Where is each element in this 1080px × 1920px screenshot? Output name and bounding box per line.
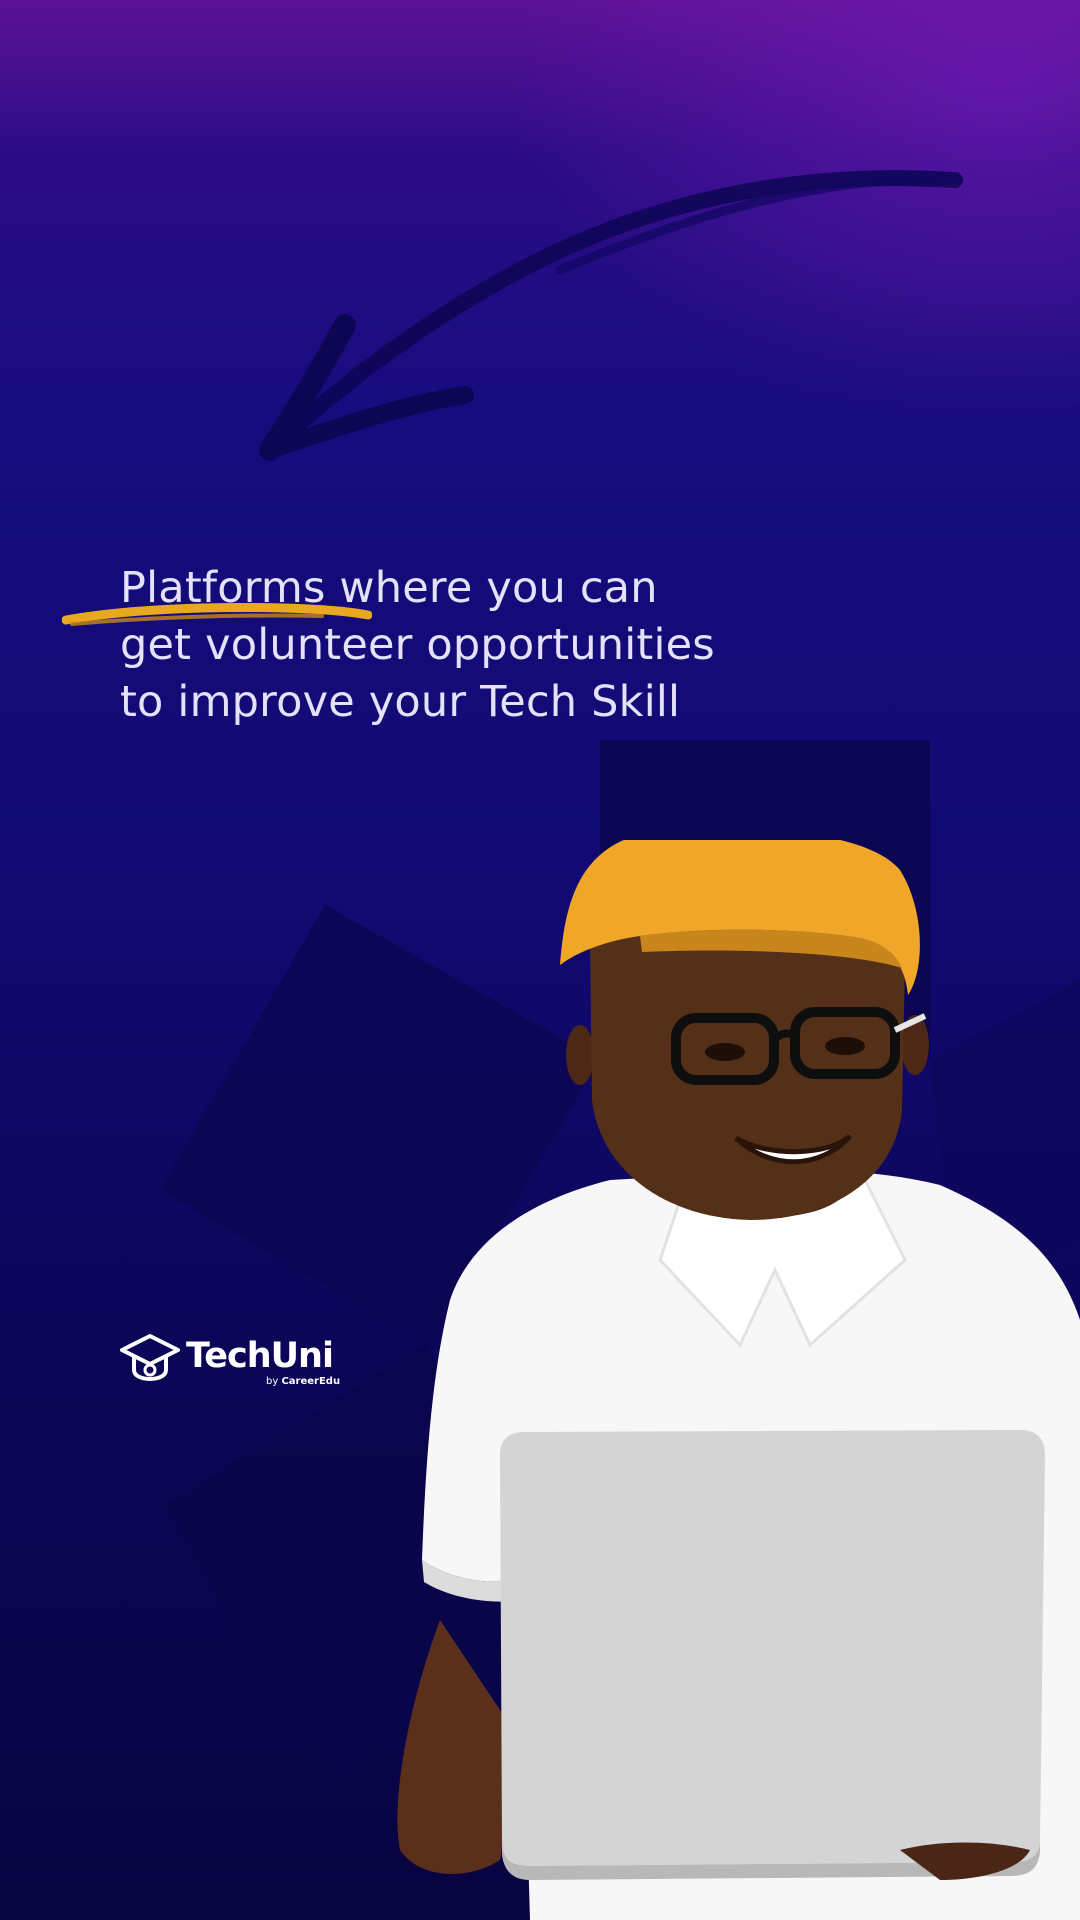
poster: Platforms where you can get volunteer op… xyxy=(0,0,1080,1920)
right-eye xyxy=(825,1037,865,1055)
left-eye xyxy=(705,1043,745,1061)
headline: Platforms where you can get volunteer op… xyxy=(120,560,820,731)
headline-line-1: Platforms where you can xyxy=(120,563,658,613)
brand-parent: CareerEdu xyxy=(281,1376,341,1387)
arrow-down-left-brush-icon xyxy=(259,170,963,461)
smiling-man-with-laptop-photo xyxy=(397,840,1080,1920)
brand-by: by xyxy=(266,1376,279,1387)
brand-tagline: by CareerEdu xyxy=(266,1376,340,1388)
headline-line-2: get volunteer opportunities xyxy=(120,620,715,670)
brand-logo: TechUni by CareerEdu xyxy=(120,1332,340,1392)
left-ear xyxy=(566,1025,594,1085)
headline-line-3: to improve your Tech Skill xyxy=(120,677,681,727)
laptop-lid xyxy=(500,1430,1045,1866)
graduation-cap-icon xyxy=(120,1334,180,1381)
brand-name: TechUni xyxy=(186,1336,334,1376)
